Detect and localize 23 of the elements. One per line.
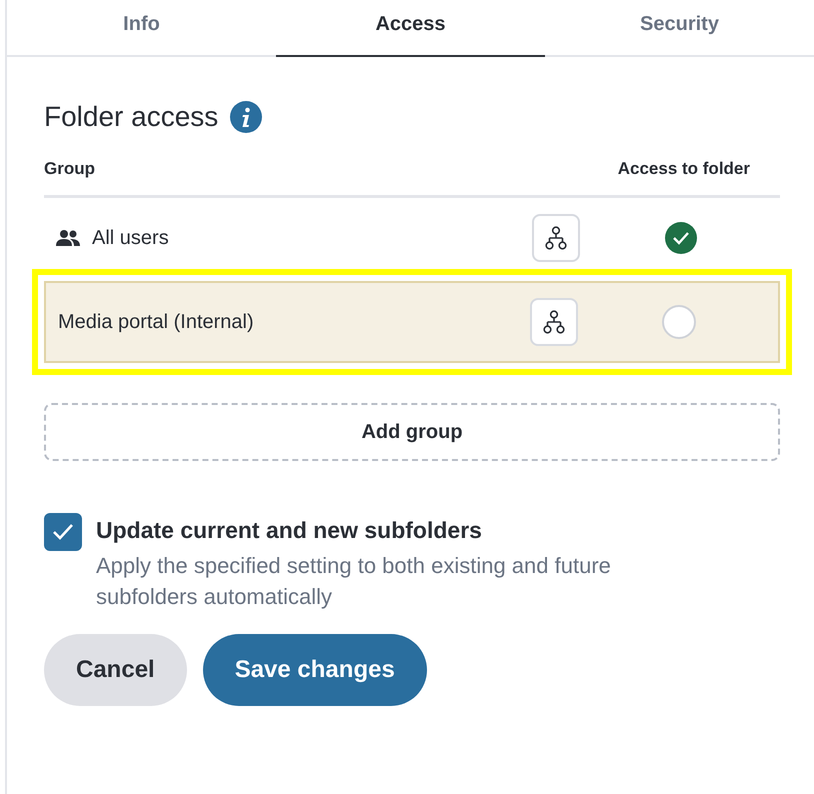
section-title: Folder access (44, 101, 218, 133)
tab[interactable]: Security (545, 0, 814, 57)
hierarchy-icon (545, 226, 567, 250)
table-row[interactable]: All users (44, 198, 780, 278)
hierarchy-icon (543, 310, 565, 334)
column-header: Group (44, 159, 95, 179)
info-icon[interactable] (230, 101, 262, 133)
cancel-button[interactable]: Cancel (44, 634, 187, 706)
checkbox[interactable] (44, 513, 82, 551)
tab[interactable]: Access (276, 0, 545, 57)
check-icon (51, 522, 75, 542)
group-name: Media portal (Internal) (58, 310, 254, 334)
column-header: Access to folder (618, 159, 750, 179)
checked-circle-icon[interactable] (664, 221, 698, 255)
users-icon (56, 229, 80, 247)
group-name: All users (92, 226, 169, 250)
save-button[interactable]: Save changes (202, 634, 427, 706)
hierarchy-button[interactable] (530, 298, 578, 346)
checkbox-description: Apply the specified setting to both existing and future subfolders automatically (96, 552, 612, 611)
checkbox-label: Update current and new subfolders (96, 517, 483, 544)
tab[interactable]: Info (7, 0, 276, 57)
add-group-button[interactable]: Add group (44, 403, 780, 461)
hierarchy-button[interactable] (532, 214, 580, 262)
